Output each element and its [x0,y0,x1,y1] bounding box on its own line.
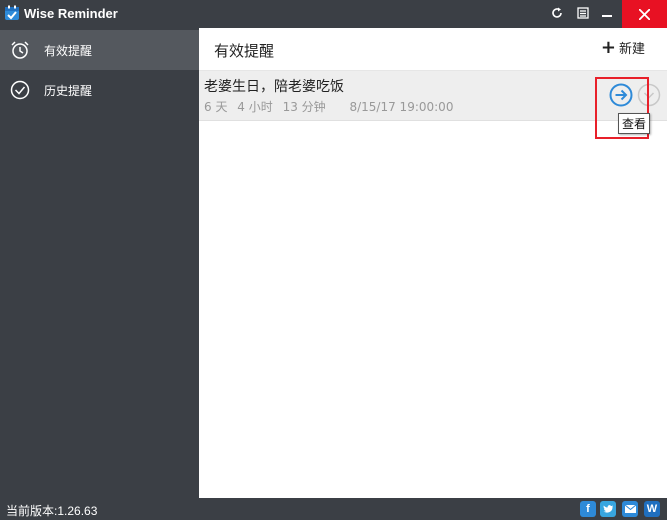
countdown-minutes: 13 分钟 [282,100,326,114]
facebook-icon[interactable]: f [580,501,596,517]
close-icon [639,8,650,20]
plus-icon: + [600,36,616,58]
status-bar: 当前版本:1.26.63 f W [0,498,667,520]
minimize-icon [602,15,612,17]
check-circle-icon [10,80,30,100]
close-button[interactable] [622,0,667,28]
sidebar-item-history-reminders[interactable]: 历史提醒 [0,70,199,110]
page-title: 有效提醒 [214,42,275,60]
title-bar: Wise Reminder [0,0,667,28]
reminder-datetime: 8/15/17 19:00:00 [349,100,454,114]
sidebar-item-label: 历史提醒 [44,84,93,98]
sidebar-item-active-reminders[interactable]: 有效提醒 [0,30,199,70]
sidebar: 有效提醒 历史提醒 [0,28,199,498]
twitter-icon[interactable] [600,501,616,517]
countdown-hours: 4 小时 [237,100,273,114]
calendar-check-icon [4,5,20,21]
mail-icon[interactable] [622,501,638,517]
sidebar-item-label: 有效提醒 [44,44,93,58]
reminder-countdown: 6 天 4 小时 13 分钟 8/15/17 19:00:00 [204,98,459,115]
menu-icon [577,7,589,19]
new-reminder-button[interactable]: + 新建 [601,38,645,57]
countdown-days: 6 天 [204,100,228,114]
view-tooltip: 查看 [618,113,651,134]
alarm-clock-icon [10,40,30,60]
refresh-button[interactable] [546,0,568,26]
version-label: 当前版本:1.26.63 [6,504,98,518]
reminder-title: 老婆生日，陪老婆吃饭 [204,79,344,95]
main-header: 有效提醒 + 新建 [199,28,667,71]
new-reminder-label: 新建 [618,42,645,57]
refresh-icon [552,7,562,18]
app-title: Wise Reminder [24,6,118,21]
minimize-button[interactable] [595,0,619,26]
website-icon[interactable]: W [644,501,660,517]
menu-button[interactable] [572,0,594,26]
